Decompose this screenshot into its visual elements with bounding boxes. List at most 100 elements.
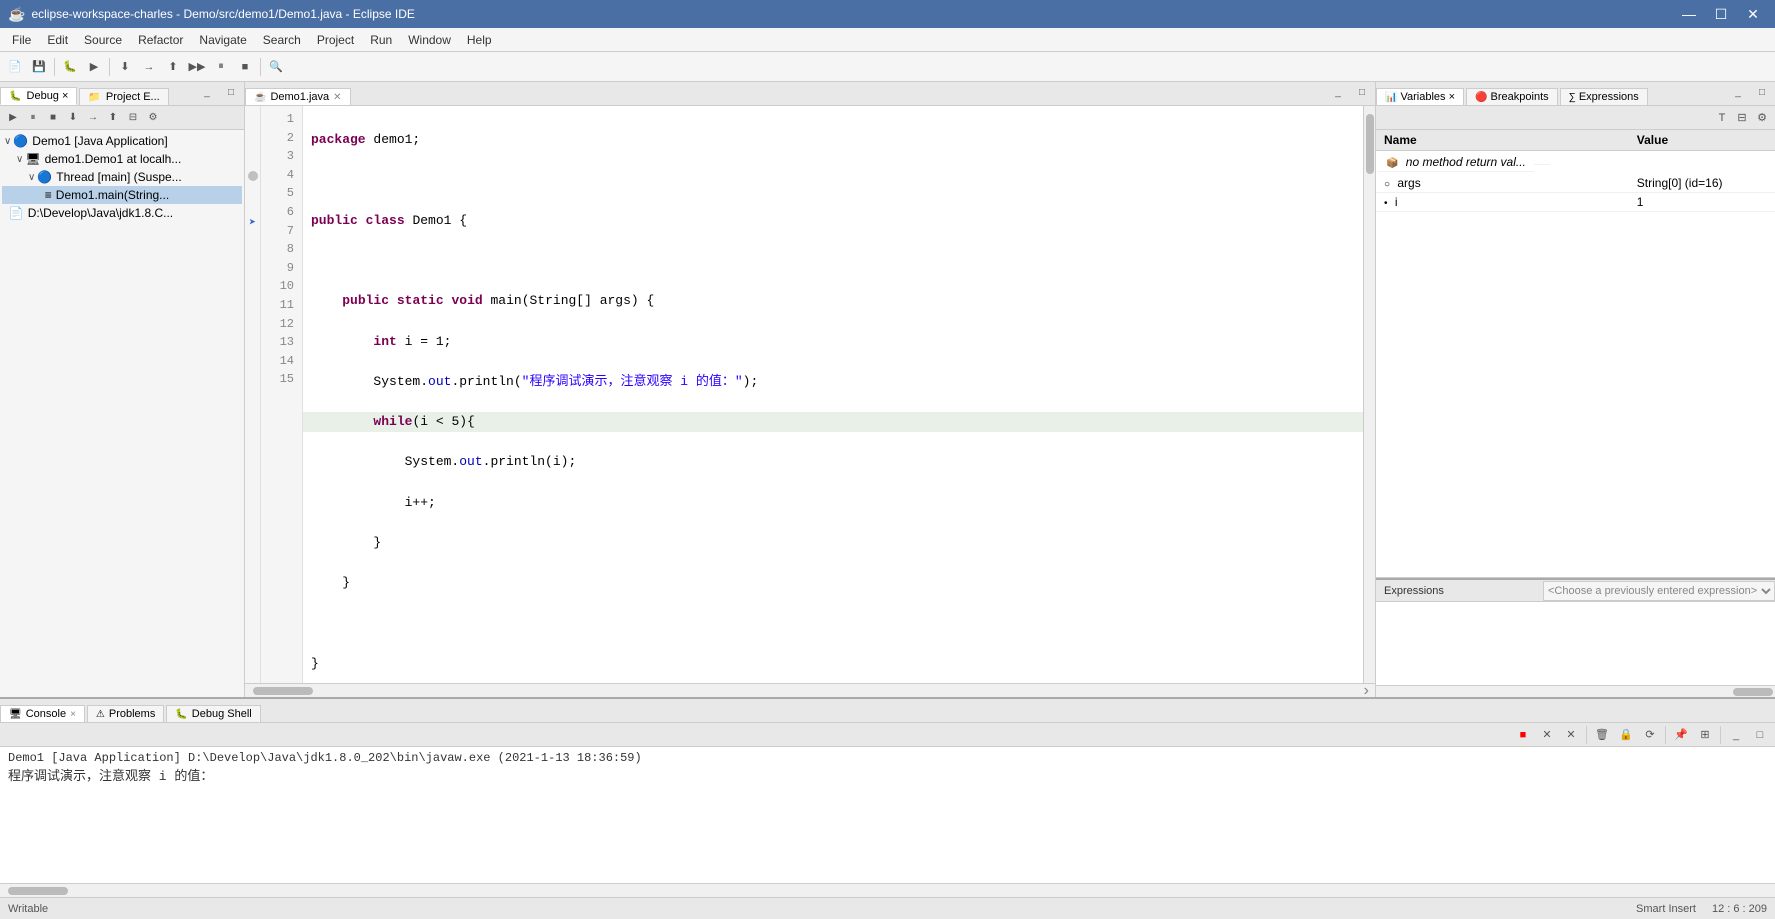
step-return-button[interactable]: ⬆ xyxy=(162,56,184,78)
run-button[interactable]: ▶ xyxy=(83,56,105,78)
bp-line-2 xyxy=(245,122,260,138)
tree-item-demo1-app[interactable]: ∨ 🔵 Demo1 [Java Application] xyxy=(2,132,242,150)
step-into-button[interactable]: ⬇ xyxy=(114,56,136,78)
tree-label-demo1-stack: Demo1.main(String... xyxy=(56,188,169,202)
pin-console-button[interactable]: 📌 xyxy=(1670,724,1692,746)
minimize-button[interactable]: — xyxy=(1675,4,1703,24)
menu-file[interactable]: File xyxy=(4,31,39,49)
code-line-8: while(i < 5){ xyxy=(303,412,1375,432)
expressions-dropdown[interactable]: <Choose a previously entered expression> xyxy=(1543,581,1775,601)
status-bar: Writable Smart Insert 12 : 6 : 209 xyxy=(0,897,1775,919)
project-explorer-tab[interactable]: 📁 Project E... xyxy=(79,88,168,105)
terminate-debug-button[interactable]: ■ xyxy=(44,109,62,127)
bp-line-9 xyxy=(245,230,260,246)
save-button[interactable]: 💾 xyxy=(28,56,50,78)
var-settings-button[interactable]: ⚙ xyxy=(1753,109,1771,127)
step-over-small-button[interactable]: → xyxy=(84,109,102,127)
right-panel-hscrollbar[interactable] xyxy=(1376,685,1775,697)
clear-console-button[interactable]: 🗑 xyxy=(1591,724,1613,746)
menu-source[interactable]: Source xyxy=(76,31,130,49)
tree-item-demo1-main[interactable]: ∨ 🖥 demo1.Demo1 at localh... xyxy=(2,150,242,168)
scroll-lock-button[interactable]: 🔒 xyxy=(1615,724,1637,746)
maximize-editor-button[interactable]: □ xyxy=(1351,82,1373,103)
collapse-vars-button[interactable]: ⊟ xyxy=(1733,109,1751,127)
close-button[interactable]: ✕ xyxy=(1739,4,1767,24)
console-hscroll-thumb[interactable] xyxy=(8,887,68,895)
new-button[interactable]: 📄 xyxy=(4,56,26,78)
tree-item-thread-main[interactable]: ∨ 🔵 Thread [main] (Suspe... xyxy=(2,168,242,186)
step-return-small-button[interactable]: ⬆ xyxy=(104,109,122,127)
properties-button[interactable]: ⚙ xyxy=(144,109,162,127)
var-row-no-method[interactable]: 📦 no method return val... xyxy=(1376,151,1629,174)
minimize-right-panel-button[interactable]: _ xyxy=(1727,82,1749,103)
minimize-panel-button[interactable]: _ xyxy=(196,82,218,103)
var-row-args[interactable]: ○ args String[0] (id=16) xyxy=(1376,174,1775,193)
variables-tab[interactable]: 📊 Variables × xyxy=(1376,88,1464,105)
code-editor[interactable]: ➤ 1 2 3 4 5 6 7 xyxy=(245,106,1375,683)
editor-scrollbar[interactable] xyxy=(1363,106,1375,683)
menu-run[interactable]: Run xyxy=(362,31,400,49)
menu-window[interactable]: Window xyxy=(400,31,459,49)
maximize-right-panel-button[interactable]: □ xyxy=(1751,82,1773,103)
disconnect-button[interactable]: ✕ xyxy=(1536,724,1558,746)
var-row-i[interactable]: • i 1 xyxy=(1376,193,1775,212)
menu-project[interactable]: Project xyxy=(309,31,362,49)
show-type-button[interactable]: T xyxy=(1713,109,1731,127)
tree-item-jdk[interactable]: 📄 D:\Develop\Java\jdk1.8.C... xyxy=(2,204,242,222)
code-content[interactable]: package demo1; public class Demo1 { publ… xyxy=(303,106,1375,683)
search-button[interactable]: 🔍 xyxy=(265,56,287,78)
menu-refactor[interactable]: Refactor xyxy=(130,31,191,49)
editor-scroll-thumb[interactable] xyxy=(1366,114,1374,174)
demo1-java-tab[interactable]: ☕ Demo1.java ✕ xyxy=(245,88,351,105)
word-wrap-button[interactable]: ⟳ xyxy=(1639,724,1661,746)
bp-line-4 xyxy=(245,153,260,169)
suspend-button[interactable]: ⏸ xyxy=(210,56,232,78)
resume-button[interactable]: ▶▶ xyxy=(186,56,208,78)
bp-line-12 xyxy=(245,277,260,293)
terminate-button[interactable]: ■ xyxy=(234,56,256,78)
editor-hscrollbar[interactable]: › xyxy=(245,683,1375,697)
menu-help[interactable]: Help xyxy=(459,31,500,49)
minimize-editor-button[interactable]: _ xyxy=(1327,82,1349,103)
expressions-tab[interactable]: ∑ Expressions xyxy=(1560,88,1648,105)
right-hscroll-thumb[interactable] xyxy=(1733,688,1773,696)
open-console-button[interactable]: ⊞ xyxy=(1694,724,1716,746)
bottom-toolbar: ■ ✕ ✕ 🗑 🔒 ⟳ 📌 ⊞ _ □ xyxy=(0,723,1775,747)
code-line-14: } xyxy=(311,654,1367,674)
console-hscrollbar[interactable] xyxy=(0,883,1775,897)
step-over-button[interactable]: → xyxy=(138,56,160,78)
close-console-tab-icon[interactable]: × xyxy=(70,709,76,720)
resume-debug-button[interactable]: ▶ xyxy=(4,109,22,127)
toolbar-separator-1 xyxy=(54,58,55,76)
maximize-panel-button[interactable]: □ xyxy=(220,82,242,103)
collapse-all-button[interactable]: ⊟ xyxy=(124,109,142,127)
code-line-10: i++; xyxy=(311,493,1367,513)
breakpoints-tab[interactable]: 🔴 Breakpoints xyxy=(1466,88,1558,105)
expressions-panel: Expressions <Choose a previously entered… xyxy=(1376,577,1775,697)
menu-edit[interactable]: Edit xyxy=(39,31,76,49)
suspend-debug-button[interactable]: ⏸ xyxy=(24,109,42,127)
remove-launch-button[interactable]: ✕ xyxy=(1560,724,1582,746)
i-icon: • xyxy=(1384,198,1388,209)
tree-item-demo1-stack[interactable]: ≡ Demo1.main(String... xyxy=(2,186,242,204)
menu-navigate[interactable]: Navigate xyxy=(191,31,254,49)
maximize-button[interactable]: ☐ xyxy=(1707,4,1735,24)
terminate-console-button[interactable]: ■ xyxy=(1512,724,1534,746)
debug-button[interactable]: 🐛 xyxy=(59,56,81,78)
expressions-divider: Expressions <Choose a previously entered… xyxy=(1376,578,1775,602)
menu-search[interactable]: Search xyxy=(255,31,309,49)
editor-hscroll-thumb[interactable] xyxy=(253,687,313,695)
var-no-method-value xyxy=(1534,160,1550,165)
bp-line-13 xyxy=(245,292,260,308)
minimize-bottom-button[interactable]: _ xyxy=(1725,724,1747,746)
debug-tab[interactable]: 🐛 Debug × xyxy=(0,87,77,105)
debug-shell-tab[interactable]: 🐛 Debug Shell xyxy=(166,705,260,722)
var-i-value: 1 xyxy=(1629,193,1775,212)
maximize-bottom-button[interactable]: □ xyxy=(1749,724,1771,746)
close-editor-tab-icon[interactable]: ✕ xyxy=(333,92,341,103)
toolbar-sep-3 xyxy=(1720,726,1721,744)
console-tab[interactable]: 🖥 Console × xyxy=(0,705,85,722)
problems-tab[interactable]: ⚠ Problems xyxy=(87,705,164,722)
step-into-small-button[interactable]: ⬇ xyxy=(64,109,82,127)
scroll-right-arrow[interactable]: › xyxy=(1357,682,1375,698)
